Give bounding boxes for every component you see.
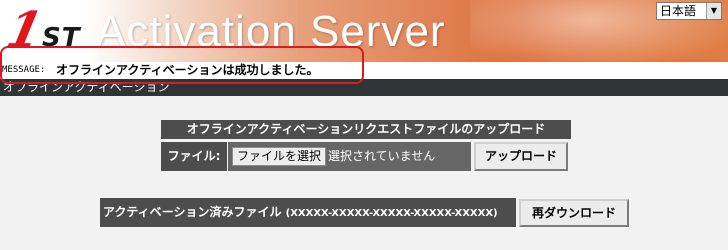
choose-file-button[interactable]: ファイルを選択 [232, 147, 327, 166]
message-text: オフラインアクティベーションは成功しました。 [56, 63, 319, 77]
breadcrumb: オフラインアクティベーション [0, 79, 728, 96]
language-select[interactable]: 日本語 ▼ [656, 2, 722, 20]
logo-number: 1 [2, 2, 48, 58]
language-select-value: 日本語 [660, 4, 697, 18]
file-label: ファイル: [161, 142, 227, 171]
app-title: Activation Server [96, 7, 446, 56]
no-file-selected-text: 選択されていません [328, 149, 436, 163]
message-prefix: MESSAGE: [2, 65, 46, 75]
activated-file-label: アクティベーション済みファイル (XXXXX-XXXXX-XXXXX-XXXXX… [100, 198, 516, 227]
message-bar: MESSAGE: オフラインアクティベーションは成功しました。 [0, 62, 728, 79]
breadcrumb-text: オフラインアクティベーション [3, 80, 170, 94]
logo: 1 ST [2, 2, 86, 58]
upload-section-title: オフラインアクティベーションリクエストファイルのアップロード [161, 120, 571, 139]
redownload-button[interactable]: 再ダウンロード [519, 199, 629, 227]
activated-file-serial: (XXXXX-XXXXX-XXXXX-XXXXX-XXXXX) [285, 208, 498, 219]
logo-suffix: ST [42, 23, 81, 53]
chevron-down-icon[interactable]: ▼ [706, 3, 721, 19]
upload-button[interactable]: アップロード [474, 142, 568, 171]
file-input[interactable]: ファイルを選択 選択されていません [228, 142, 471, 171]
activated-file-label-text: アクティベーション済みファイル [103, 205, 282, 219]
header-banner: 1 ST Activation Server 日本語 ▼ [0, 0, 728, 62]
